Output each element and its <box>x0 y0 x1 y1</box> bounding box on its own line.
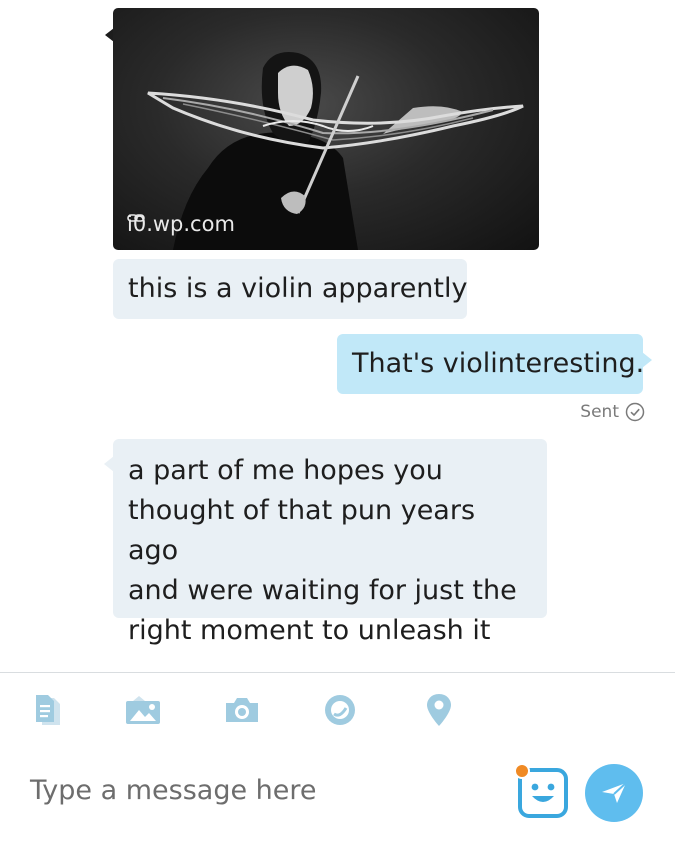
location-pin-icon <box>427 694 451 726</box>
message-line: a part of me hopes you <box>128 455 443 486</box>
incoming-message[interactable]: this is a violin apparently <box>113 259 468 319</box>
message-text: That's violinteresting. <box>352 348 645 379</box>
message-text: this is a violin apparently <box>128 273 468 304</box>
emoji-icon <box>514 763 568 818</box>
message-input[interactable]: Type a message here <box>30 775 317 806</box>
composer-divider <box>0 672 675 673</box>
send-file-button[interactable] <box>28 690 68 730</box>
incoming-message[interactable]: a part of me hopes you thought of that p… <box>113 439 547 646</box>
send-icon <box>602 782 627 803</box>
check-circle-icon <box>625 402 645 422</box>
message-status: Sent <box>580 402 645 422</box>
video-message-button[interactable] <box>320 690 360 730</box>
send-button[interactable] <box>585 764 643 822</box>
outgoing-message-tail <box>642 352 652 368</box>
chat-screen: i0.wp.com this is a violin apparently Th… <box>0 0 675 852</box>
link-preview[interactable]: i0.wp.com <box>127 212 235 236</box>
send-photo-button[interactable] <box>123 690 163 730</box>
message-line: right moment to unleash it <box>128 615 491 646</box>
file-icon <box>36 695 60 725</box>
camera-icon <box>226 698 258 722</box>
outgoing-message[interactable]: That's violinteresting. <box>337 334 645 394</box>
message-line: thought of that pun years ago <box>128 495 476 566</box>
message-line: and were waiting for just the <box>128 575 517 606</box>
emoji-button[interactable] <box>512 762 572 822</box>
video-message-icon <box>325 695 355 725</box>
status-text: Sent <box>580 402 619 422</box>
photo-icon <box>126 696 160 724</box>
share-location-button[interactable] <box>419 690 459 730</box>
link-icon <box>127 214 145 222</box>
image-message[interactable]: i0.wp.com <box>113 8 539 250</box>
camera-button[interactable] <box>222 690 262 730</box>
